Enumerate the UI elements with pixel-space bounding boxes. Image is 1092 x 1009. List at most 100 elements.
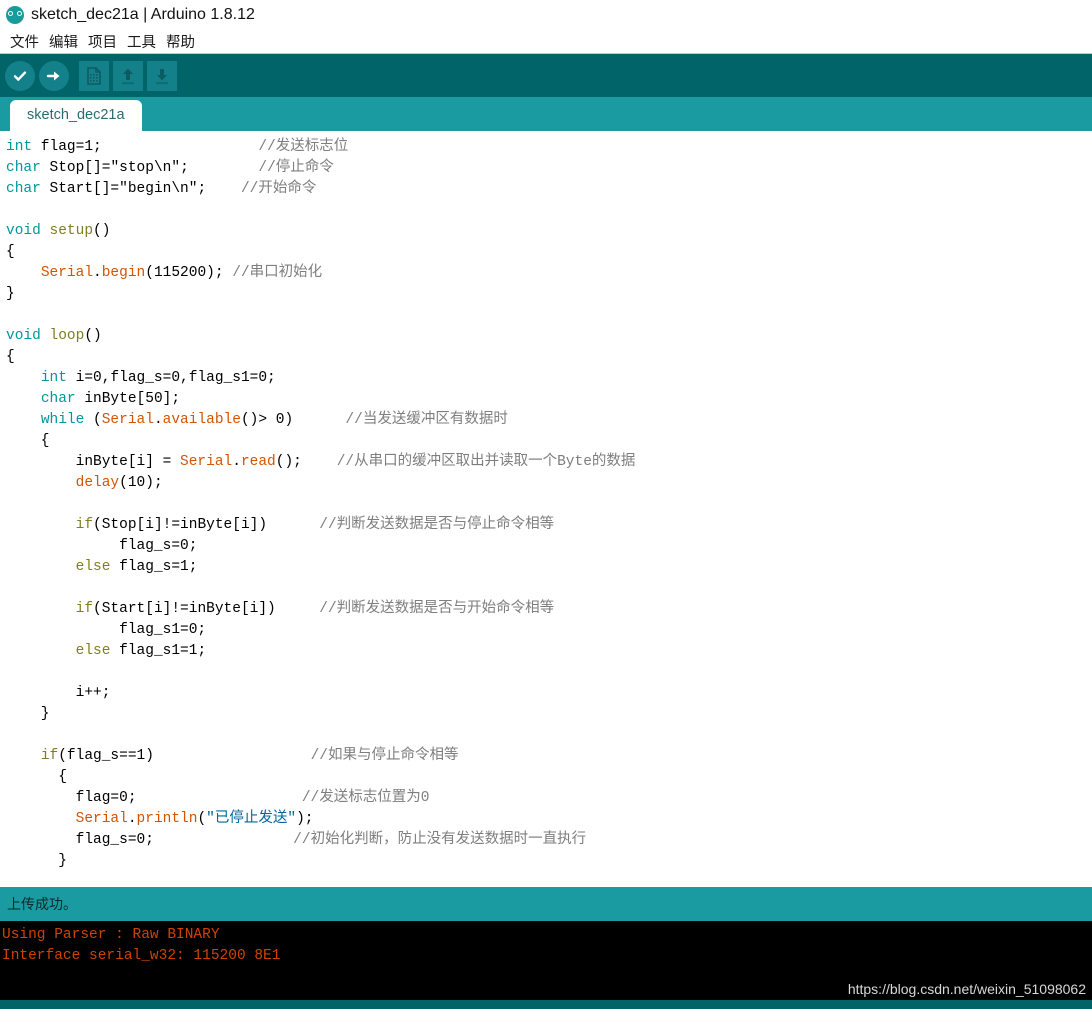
code-token: //初始化判断，防止没有发送数据时一直执行 [293,832,587,848]
menu-edit[interactable]: 编辑 [44,31,83,52]
code-token: Serial [180,454,233,470]
code-token: char [40,391,76,407]
new-document-icon [79,60,109,91]
code-token: inByte[i] = [6,454,181,470]
code-token: Serial [75,811,128,827]
code-token: . [153,412,163,428]
code-token: "stop\n" [110,160,181,176]
upload-button[interactable] [38,60,70,92]
new-button[interactable] [78,60,110,92]
code-token: (flag_s==1) [58,748,154,764]
verify-button[interactable] [4,60,36,92]
console-line: Using Parser : Raw BINARY [2,927,220,943]
code-token: { [6,433,50,449]
title-bar: sketch_dec21a | Arduino 1.8.12 [0,0,1092,29]
console-output[interactable]: Using Parser : Raw BINARY Interface seri… [0,921,1092,1000]
code-token: if [40,748,59,764]
code-line: Serial.println("已停止发送"); [6,809,1092,830]
arrow-down-save-icon [147,60,177,91]
code-token: ( [84,412,102,428]
code-token: (Start[i]!=inByte[i]) [93,601,276,617]
code-token: "begin\n" [119,181,198,197]
code-token: flag_s=0; [6,832,154,848]
code-token: //发送标志位置为0 [301,790,430,806]
code-token: () [93,223,111,239]
code-token: ; [197,181,207,197]
menu-file[interactable]: 文件 [5,31,44,52]
open-button[interactable] [112,60,144,92]
code-token: else [75,559,111,575]
code-token: void [6,328,41,344]
code-line: inByte[i] = Serial.read(); //从串口的缓冲区取出并读… [6,452,1092,473]
code-token: inByte[50]; [75,391,181,407]
code-token: Serial [101,412,154,428]
menu-sketch[interactable]: 项目 [83,31,122,52]
status-bar: 上传成功。 [0,887,1092,921]
tab-strip: sketch_dec21a [0,97,1092,131]
code-token: } [6,706,50,722]
code-token: Stop[]= [40,160,111,176]
menu-tools[interactable]: 工具 [122,31,161,52]
code-line: char Start[]="begin\n"; //开始命令 [6,179,1092,200]
menu-bar: 文件 编辑 项目 工具 帮助 [0,29,1092,54]
menu-help[interactable]: 帮助 [161,31,200,52]
code-token: //当发送缓冲区有数据时 [345,412,508,428]
code-line: char inByte[50]; [6,389,1092,410]
code-token: char [6,160,41,176]
tab-sketch-dec21a[interactable]: sketch_dec21a [10,100,142,131]
code-line: } [6,704,1092,725]
code-editor[interactable]: int flag=1; //发送标志位 char Stop[]="stop\n";… [0,131,1092,887]
code-line: flag_s=0; //初始化判断，防止没有发送数据时一直执行 [6,830,1092,851]
code-token: . [127,811,137,827]
code-token: //从串口的缓冲区取出并读取一个Byte的数据 [336,454,636,470]
code-token: char [6,181,41,197]
save-button[interactable] [146,60,178,92]
code-token: { [6,349,15,365]
code-token: loop [49,328,85,344]
code-token: i++; [6,685,111,701]
code-line: else flag_s1=1; [6,641,1092,662]
code-token: begin [101,265,146,281]
code-line: flag=0; //发送标志位置为0 [6,788,1092,809]
code-line: while (Serial.available()> 0) //当发送缓冲区有数… [6,410,1092,431]
code-token: flag=0; [6,790,137,806]
code-line: void loop() [6,326,1092,347]
code-token: //判断发送数据是否与开始命令相等 [319,601,555,617]
code-token: if [75,601,94,617]
code-line: flag_s=0; [6,536,1092,557]
code-token: int [6,139,33,155]
code-token: . [93,265,102,281]
code-token: ); [296,811,314,827]
code-token: //如果与停止命令相等 [310,748,459,764]
code-token: available [162,412,241,428]
code-token: "已停止发送" [206,811,297,827]
code-token: while [40,412,85,428]
code-token: void [6,223,41,239]
code-token: () [84,328,102,344]
console-line: Interface serial_w32: 115200 8E1 [2,948,281,964]
code-token: (10); [119,475,163,491]
code-token: flag_s=0; [6,538,198,554]
code-text[interactable]: int flag=1; //发送标志位 char Stop[]="stop\n";… [0,137,1092,872]
code-token: flag_s=1; [110,559,198,575]
code-token: (115200); [145,265,233,281]
code-token: int [40,370,67,386]
code-line: i++; [6,683,1092,704]
code-line: void setup() [6,221,1092,242]
code-token: i=0,flag_s=0,flag_s1=0; [66,370,276,386]
